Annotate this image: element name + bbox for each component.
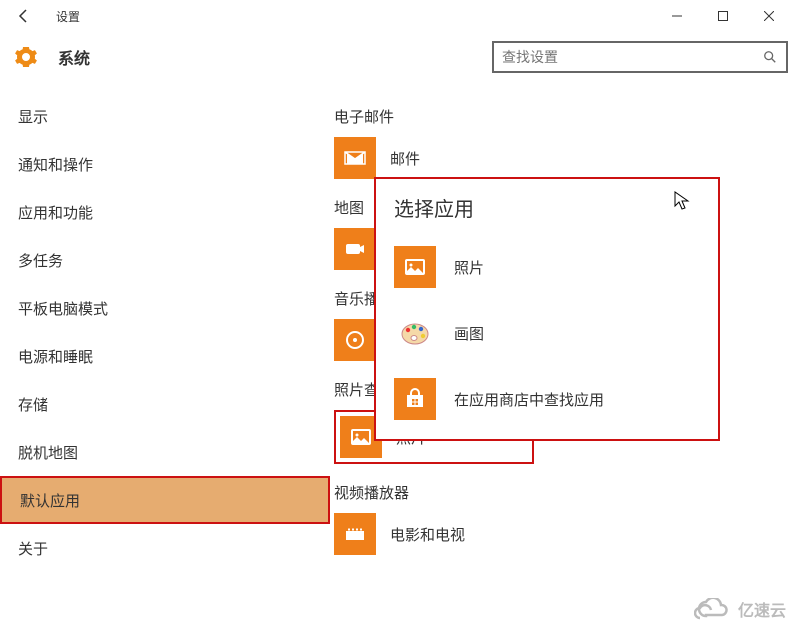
popup-item-label: 照片 (454, 257, 484, 278)
sidebar-item-label: 关于 (18, 538, 48, 559)
camera-icon (334, 228, 376, 270)
sidebar-item-notifications[interactable]: 通知和操作 (0, 140, 330, 188)
choose-app-popup: 选择应用 照片 画图 在应用商店中查找应用 (374, 177, 720, 441)
sidebar-item-label: 默认应用 (20, 490, 80, 511)
close-button[interactable] (746, 0, 792, 32)
mail-icon (334, 137, 376, 179)
sidebar-item-tablet-mode[interactable]: 平板电脑模式 (0, 284, 330, 332)
back-button[interactable] (8, 0, 40, 32)
page-title: 系统 (58, 45, 90, 69)
popup-title: 选择应用 (394, 193, 700, 222)
sidebar-item-label: 多任务 (18, 250, 63, 271)
popup-item-paint[interactable]: 画图 (394, 306, 700, 360)
maximize-button[interactable] (700, 0, 746, 32)
sidebar-item-apps-features[interactable]: 应用和功能 (0, 188, 330, 236)
titlebar: 设置 (0, 0, 800, 32)
header: 系统 (0, 32, 800, 82)
photos-icon (394, 246, 436, 288)
popup-item-store[interactable]: 在应用商店中查找应用 (394, 372, 700, 426)
popup-item-label: 画图 (454, 323, 484, 344)
sidebar-item-power-sleep[interactable]: 电源和睡眠 (0, 332, 330, 380)
sidebar-item-label: 存储 (18, 394, 48, 415)
minimize-button[interactable] (654, 0, 700, 32)
sidebar-item-label: 通知和操作 (18, 154, 93, 175)
sidebar-item-multitask[interactable]: 多任务 (0, 236, 330, 284)
sidebar-item-display[interactable]: 显示 (0, 92, 330, 140)
section-video-label: 视频播放器 (334, 482, 800, 503)
watermark-text: 亿速云 (738, 597, 786, 621)
sidebar-item-label: 显示 (18, 106, 48, 127)
search-input[interactable] (502, 49, 762, 65)
section-email-label: 电子邮件 (334, 106, 800, 127)
watermark: 亿速云 (694, 597, 786, 621)
store-icon (394, 378, 436, 420)
sidebar-item-label: 平板电脑模式 (18, 298, 108, 319)
movies-icon (334, 513, 376, 555)
window-title: 设置 (56, 8, 80, 25)
popup-item-photos[interactable]: 照片 (394, 240, 700, 294)
app-name: 邮件 (390, 148, 420, 169)
gear-icon (12, 43, 40, 71)
sidebar-item-storage[interactable]: 存储 (0, 380, 330, 428)
sidebar-item-label: 应用和功能 (18, 202, 93, 223)
sidebar-item-default-apps[interactable]: 默认应用 (0, 476, 330, 524)
sidebar-item-offline-maps[interactable]: 脱机地图 (0, 428, 330, 476)
sidebar-item-label: 脱机地图 (18, 442, 78, 463)
sidebar-item-label: 电源和睡眠 (18, 346, 93, 367)
popup-item-label: 在应用商店中查找应用 (454, 389, 604, 410)
search-icon[interactable] (762, 49, 778, 65)
paint-icon (394, 312, 436, 354)
default-app-email[interactable]: 邮件 (334, 137, 800, 179)
default-app-video[interactable]: 电影和电视 (334, 513, 800, 555)
cursor-icon (674, 191, 690, 216)
disc-icon (334, 319, 376, 361)
window-controls (654, 0, 792, 32)
app-name: 电影和电视 (390, 524, 465, 545)
content: 电子邮件 邮件 地图 音乐播 照片查 照片 视频播放器 (330, 82, 800, 631)
search-box[interactable] (492, 41, 788, 73)
sidebar-item-about[interactable]: 关于 (0, 524, 330, 572)
sidebar: 显示 通知和操作 应用和功能 多任务 平板电脑模式 电源和睡眠 存储 脱机地图 … (0, 82, 330, 631)
